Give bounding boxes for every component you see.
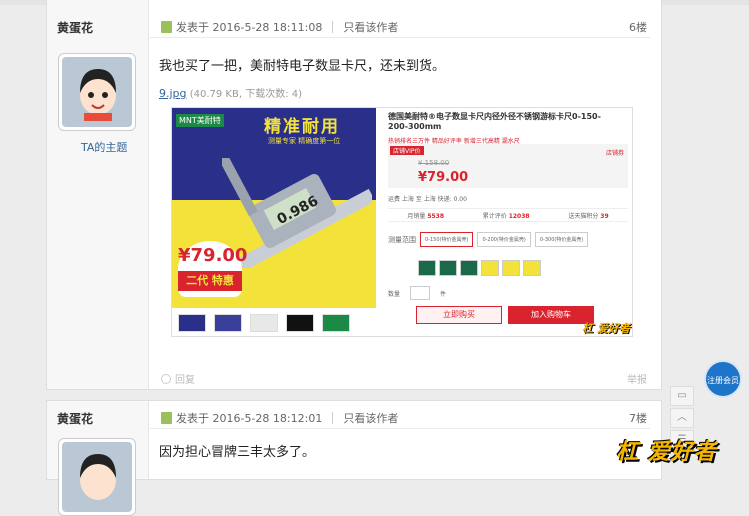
author-name[interactable]: 黄蛋花 bbox=[57, 410, 93, 427]
sales-stats: 月销量 5538 累计评价 12038 送天猫积分 39 bbox=[388, 208, 628, 222]
badge-price: ¥79.00 bbox=[178, 245, 248, 266]
add-cart-button: 加入购物车 bbox=[508, 306, 594, 324]
product-info: 德国美耐特®电子数显卡尺内径外径不锈钢游标卡尺0-150-200-300mm 热… bbox=[382, 108, 632, 336]
cartoon-face-icon bbox=[80, 454, 116, 500]
attachment-info: 9.jpg (40.79 KB, 下载次数: 4) bbox=[159, 85, 302, 100]
thumbnail bbox=[178, 314, 206, 332]
swatch bbox=[502, 260, 520, 276]
post-time: 发表于 2016-5-28 18:12:01 bbox=[176, 412, 323, 425]
product-ad-banner: MNT美耐特 精准耐用 测量专家 精确度第一位 0.986 ¥79.00 二代 … bbox=[172, 108, 376, 308]
site-watermark: 杠 爱好者 bbox=[616, 440, 717, 465]
post-content: 我也买了一把，美耐特电子数显卡尺，还未到货。 bbox=[159, 59, 446, 74]
color-swatches bbox=[418, 260, 541, 276]
floor-number[interactable]: 7楼 bbox=[629, 410, 647, 426]
qty-unit: 件 bbox=[440, 290, 447, 298]
follow-button[interactable]: 注册会员 bbox=[704, 360, 742, 398]
new-price: ¥79.00 bbox=[418, 170, 469, 185]
attachment-image[interactable]: MNT美耐特 精准耐用 测量专家 精确度第一位 0.986 ¥79.00 二代 … bbox=[171, 107, 633, 337]
option-item: 0-200(特价金属壳) bbox=[477, 232, 531, 247]
post-time: 发表于 2016-5-28 18:11:08 bbox=[176, 21, 323, 34]
post-floor-6: 黄蛋花 TA的主题 发表于 2016-5-28 18:11:08 只看该作者 6… bbox=[46, 0, 662, 390]
back-to-top-icon[interactable]: ︿ bbox=[670, 408, 694, 428]
author-name[interactable]: 黄蛋花 bbox=[57, 19, 93, 36]
swatch bbox=[523, 260, 541, 276]
thumbnail bbox=[250, 314, 278, 332]
only-author-link[interactable]: 只看该作者 bbox=[343, 410, 398, 426]
author-column: 黄蛋花 TA的主题 bbox=[47, 0, 149, 389]
quantity-row: 数量 件 bbox=[388, 286, 446, 300]
avatar[interactable] bbox=[58, 438, 136, 516]
stat-item: 累计评价 12038 bbox=[482, 212, 530, 220]
qty-label: 数量 bbox=[388, 290, 401, 298]
shop-coupon: 店铺券 bbox=[605, 150, 624, 157]
only-author-link[interactable]: 只看该作者 bbox=[343, 19, 398, 35]
meta-divider bbox=[332, 412, 334, 424]
avatar-image bbox=[62, 57, 132, 127]
cartoon-face-icon bbox=[80, 69, 116, 121]
shipping-info: 运费 上海 至 上海 快递: 0.00 bbox=[388, 196, 467, 203]
post-floor-7: 黄蛋花 发表于 2016-5-28 18:12:01 只看该作者 7楼 因为担心… bbox=[46, 400, 662, 516]
comment-icon[interactable]: ▭ bbox=[670, 386, 694, 406]
ad-subline: 测量专家 精确度第一位 bbox=[268, 137, 341, 145]
floor-number[interactable]: 6楼 bbox=[629, 19, 647, 35]
report-link[interactable]: 举报 bbox=[627, 371, 647, 386]
option-item: 0-300(特价金属壳) bbox=[534, 232, 589, 247]
image-watermark: 杠 爱好者 bbox=[582, 322, 630, 335]
size-options: 测量范围 0-150(特价金属壳) 0-200(特价金属壳) 0-300(特价金… bbox=[388, 232, 589, 247]
option-item: 0-150(特价金属壳) bbox=[420, 232, 474, 247]
product-title: 德国美耐特®电子数显卡尺内径外径不锈钢游标卡尺0-150-200-300mm bbox=[388, 112, 601, 131]
ta-threads-link[interactable]: TA的主题 bbox=[81, 139, 127, 155]
reply-label: 回复 bbox=[175, 375, 195, 386]
ad-headline: 精准耐用 bbox=[264, 117, 340, 137]
avatar-image bbox=[62, 442, 132, 512]
attachment-filename[interactable]: 9.jpg bbox=[159, 87, 187, 100]
buy-now-button: 立即购买 bbox=[416, 306, 502, 324]
post-doc-icon bbox=[161, 21, 172, 33]
post-meta: 发表于 2016-5-28 18:12:01 只看该作者 bbox=[161, 410, 398, 426]
brand-logo: MNT美耐特 bbox=[176, 114, 224, 127]
header-divider bbox=[150, 37, 650, 38]
attachment-meta: (40.79 KB, 下载次数: 4) bbox=[189, 89, 303, 100]
swatch bbox=[460, 260, 478, 276]
swatch bbox=[418, 260, 436, 276]
qty-box bbox=[410, 286, 431, 300]
author-column: 黄蛋花 bbox=[47, 401, 149, 516]
old-price: ¥ 158.00 bbox=[418, 159, 450, 167]
price-area: 店铺VIP价 ¥ 158.00 ¥79.00 店铺券 bbox=[388, 144, 628, 188]
stat-item: 送天猫积分 39 bbox=[568, 212, 609, 220]
post-doc-icon bbox=[161, 412, 172, 424]
header-divider bbox=[150, 428, 650, 429]
thumbnail bbox=[214, 314, 242, 332]
swatch bbox=[481, 260, 499, 276]
thumbnail bbox=[322, 314, 350, 332]
options-label: 测量范围 bbox=[388, 235, 416, 244]
meta-divider bbox=[332, 21, 334, 33]
stat-item: 月销量 5538 bbox=[407, 212, 445, 220]
avatar[interactable] bbox=[58, 53, 136, 131]
price-tag: 店铺VIP价 bbox=[390, 146, 424, 155]
thread: 黄蛋花 TA的主题 发表于 2016-5-28 18:11:08 只看该作者 6… bbox=[0, 0, 749, 516]
thumbnail-strip bbox=[178, 314, 350, 332]
reply-icon bbox=[161, 373, 171, 384]
post-meta: 发表于 2016-5-28 18:11:08 只看该作者 bbox=[161, 19, 398, 35]
price-badge: ¥79.00 二代 特惠 bbox=[178, 241, 248, 297]
reply-button[interactable]: 回复 bbox=[161, 371, 195, 386]
swatch bbox=[439, 260, 457, 276]
badge-text: 二代 特惠 bbox=[178, 271, 242, 291]
thumbnail bbox=[286, 314, 314, 332]
post-content: 因为担心冒牌三丰太多了。 bbox=[159, 445, 316, 460]
